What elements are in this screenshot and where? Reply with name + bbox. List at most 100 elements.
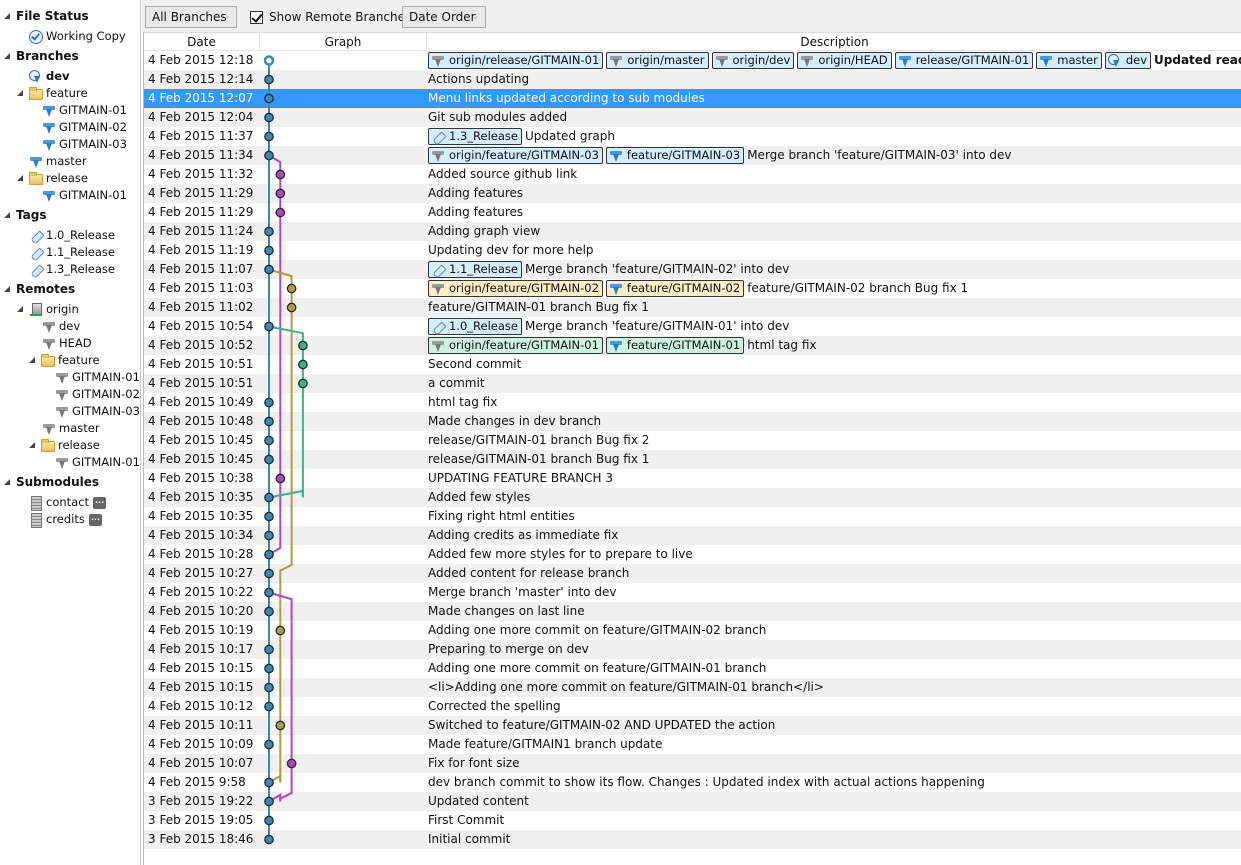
sidebar-branch-feature-gitmain-01[interactable]: GITMAIN-01 xyxy=(42,102,127,119)
commit-row[interactable]: 3 Feb 2015 19:05 First Commit xyxy=(144,811,1241,830)
expand-triangle-icon[interactable] xyxy=(29,441,35,448)
commit-row[interactable]: 4 Feb 2015 10:11 Switched to feature/GITM… xyxy=(144,716,1241,735)
section-remotes[interactable]: Remotes xyxy=(4,281,75,298)
expand-triangle-icon[interactable] xyxy=(4,478,10,485)
sidebar-item-working-copy[interactable]: Working Copy xyxy=(29,28,126,45)
commit-row[interactable]: 4 Feb 2015 10:12 Corrected the spelling xyxy=(144,697,1241,716)
branch-badge[interactable]: dev xyxy=(1104,52,1152,69)
commit-row[interactable]: 4 Feb 2015 10:38 UPDATING FEATURE BRANCH … xyxy=(144,469,1241,488)
branch-badge[interactable]: origin/feature/GITMAIN-02 xyxy=(428,280,603,297)
section-tags[interactable]: Tags xyxy=(4,207,46,224)
commit-row[interactable]: 4 Feb 2015 10:15 Adding one more commit o… xyxy=(144,659,1241,678)
commit-row[interactable]: 4 Feb 2015 12:14 Actions updating xyxy=(144,70,1241,89)
show-remote-branches-checkbox[interactable]: Show Remote Branches xyxy=(250,8,411,26)
expand-triangle-icon[interactable] xyxy=(17,174,23,181)
order-select[interactable]: Date Order ⌵ xyxy=(402,6,486,28)
commit-row[interactable]: 4 Feb 2015 11:29 Adding features xyxy=(144,184,1241,203)
commit-row[interactable]: 4 Feb 2015 11:24 Adding graph view xyxy=(144,222,1241,241)
section-submodules[interactable]: Submodules xyxy=(4,474,99,491)
sidebar-branch-feature-gitmain-02[interactable]: GITMAIN-02 xyxy=(42,119,127,136)
commit-row[interactable]: 4 Feb 2015 12:04 Git sub modules added xyxy=(144,108,1241,127)
sidebar-remote-folder-feature[interactable]: feature xyxy=(29,352,100,369)
commit-row[interactable]: 4 Feb 2015 10:45 release/GITMAIN-01 branc… xyxy=(144,450,1241,469)
tag-badge[interactable]: 1.1_Release xyxy=(428,261,522,278)
sidebar-submodule-credits[interactable]: credits... xyxy=(29,511,102,528)
commit-row[interactable]: 4 Feb 2015 12:18 origin/release/GITMAIN-0… xyxy=(144,51,1241,70)
commit-row[interactable]: 4 Feb 2015 10:49 html tag fix xyxy=(144,393,1241,412)
sidebar-remote-origin[interactable]: origin xyxy=(17,301,79,318)
sidebar-branch-dev[interactable]: dev xyxy=(29,68,70,85)
branches-filter-select[interactable]: All Branches ⌵ xyxy=(145,6,237,28)
commit-row[interactable]: 3 Feb 2015 18:46 Initial commit xyxy=(144,830,1241,849)
sidebar-remote-feature-gitmain-01[interactable]: GITMAIN-01 xyxy=(55,369,140,386)
commit-row[interactable]: 4 Feb 2015 10:27 Added content for releas… xyxy=(144,564,1241,583)
sidebar-tag-1-3[interactable]: 1.3_Release xyxy=(29,261,115,278)
tag-badge[interactable]: 1.3_Release xyxy=(428,128,522,145)
sidebar-folder-feature[interactable]: feature xyxy=(17,85,88,102)
sidebar-branch-release-gitmain-01[interactable]: GITMAIN-01 xyxy=(42,187,127,204)
branch-badge[interactable]: feature/GITMAIN-01 xyxy=(605,337,745,354)
expand-triangle-icon[interactable] xyxy=(4,12,10,19)
commit-row[interactable]: 4 Feb 2015 10:51 a commit xyxy=(144,374,1241,393)
commit-row[interactable]: 4 Feb 2015 10:28 Added few more styles fo… xyxy=(144,545,1241,564)
commit-row[interactable]: 4 Feb 2015 11:29 Adding features xyxy=(144,203,1241,222)
commit-row[interactable]: 3 Feb 2015 19:22 Updated content xyxy=(144,792,1241,811)
sidebar-branch-master[interactable]: master xyxy=(29,153,87,170)
commit-row[interactable]: 4 Feb 2015 11:37 1.3_Release Updated graph xyxy=(144,127,1241,146)
commit-row[interactable]: 4 Feb 2015 10:07 Fix for font size xyxy=(144,754,1241,773)
sidebar-remote-head[interactable]: HEAD xyxy=(42,335,92,352)
commit-row[interactable]: 4 Feb 2015 11:19 Updating dev for more he… xyxy=(144,241,1241,260)
sidebar-remote-feature-gitmain-02[interactable]: GITMAIN-02 xyxy=(55,386,140,403)
sidebar-remote-master[interactable]: master xyxy=(42,420,100,437)
branch-badge[interactable]: release/GITMAIN-01 xyxy=(894,52,1034,69)
section-file-status[interactable]: File Status xyxy=(4,8,89,25)
tag-badge[interactable]: 1.0_Release xyxy=(428,318,522,335)
expand-triangle-icon[interactable] xyxy=(17,89,23,96)
sidebar-tag-1-1[interactable]: 1.1_Release xyxy=(29,244,115,261)
expand-triangle-icon[interactable] xyxy=(4,285,10,292)
sidebar-submodule-contact[interactable]: contact... xyxy=(29,494,107,511)
section-branches[interactable]: Branches xyxy=(4,48,79,65)
commit-row[interactable]: 4 Feb 2015 10:52 origin/feature/GITMAIN-0… xyxy=(144,336,1241,355)
sidebar-remote-release-gitmain-01[interactable]: GITMAIN-01 xyxy=(55,454,140,471)
commit-row[interactable]: 4 Feb 2015 10:19 Adding one more commit o… xyxy=(144,621,1241,640)
commit-row[interactable]: 4 Feb 2015 10:54 1.0_Release Merge branch … xyxy=(144,317,1241,336)
column-header-graph[interactable]: Graph xyxy=(260,33,427,51)
column-header-description[interactable]: Description xyxy=(427,33,1241,51)
commit-row[interactable]: 4 Feb 2015 10:34 Adding credits as immedi… xyxy=(144,526,1241,545)
commit-row[interactable]: 4 Feb 2015 10:17 Preparing to merge on de… xyxy=(144,640,1241,659)
sidebar-remote-folder-release[interactable]: release xyxy=(29,437,100,454)
more-button[interactable]: ... xyxy=(88,513,102,526)
column-header-date[interactable]: Date xyxy=(144,33,260,51)
commit-row[interactable]: 4 Feb 2015 10:35 Fixing right html entiti… xyxy=(144,507,1241,526)
commit-row[interactable]: 4 Feb 2015 10:51 Second commit xyxy=(144,355,1241,374)
branch-badge[interactable]: origin/HEAD xyxy=(797,52,892,69)
branch-badge[interactable]: master xyxy=(1036,52,1102,69)
branch-badge[interactable]: origin/feature/GITMAIN-03 xyxy=(428,147,603,164)
commit-row[interactable]: 4 Feb 2015 11:32 Added source github link xyxy=(144,165,1241,184)
commit-row[interactable]: 4 Feb 2015 11:02 feature/GITMAIN-01 branc… xyxy=(144,298,1241,317)
sidebar-branch-feature-gitmain-03[interactable]: GITMAIN-03 xyxy=(42,136,127,153)
sidebar-folder-release[interactable]: release xyxy=(17,170,88,187)
branch-badge[interactable]: origin/dev xyxy=(711,52,795,69)
expand-triangle-icon[interactable] xyxy=(4,211,10,218)
commit-row[interactable]: 4 Feb 2015 10:15 <li>Adding one more comm… xyxy=(144,678,1241,697)
commit-row[interactable]: 4 Feb 2015 11:34 origin/feature/GITMAIN-0… xyxy=(144,146,1241,165)
sidebar-tag-1-0[interactable]: 1.0_Release xyxy=(29,227,115,244)
branch-badge[interactable]: feature/GITMAIN-03 xyxy=(605,147,745,164)
sidebar-remote-feature-gitmain-03[interactable]: GITMAIN-03 xyxy=(55,403,140,420)
commit-row[interactable]: 4 Feb 2015 10:20 Made changes on last lin… xyxy=(144,602,1241,621)
commit-row[interactable]: 4 Feb 2015 10:45 release/GITMAIN-01 branc… xyxy=(144,431,1241,450)
checkbox-checked-icon[interactable] xyxy=(250,10,263,24)
expand-triangle-icon[interactable] xyxy=(17,305,23,312)
commit-row[interactable]: 4 Feb 2015 9:58 dev branch commit to show… xyxy=(144,773,1241,792)
commit-row[interactable]: 4 Feb 2015 10:48 Made changes in dev bran… xyxy=(144,412,1241,431)
commit-row[interactable]: 4 Feb 2015 12:07 Menu links updated accor… xyxy=(144,89,1241,108)
commit-row[interactable]: 4 Feb 2015 10:09 Made feature/GITMAIN1 br… xyxy=(144,735,1241,754)
commit-row[interactable]: 4 Feb 2015 11:03 origin/feature/GITMAIN-0… xyxy=(144,279,1241,298)
branch-badge[interactable]: origin/release/GITMAIN-01 xyxy=(428,52,604,69)
branch-badge[interactable]: feature/GITMAIN-02 xyxy=(605,280,745,297)
more-button[interactable]: ... xyxy=(93,496,107,509)
expand-triangle-icon[interactable] xyxy=(4,52,10,59)
commit-row[interactable]: 4 Feb 2015 10:35 Added few styles xyxy=(144,488,1241,507)
